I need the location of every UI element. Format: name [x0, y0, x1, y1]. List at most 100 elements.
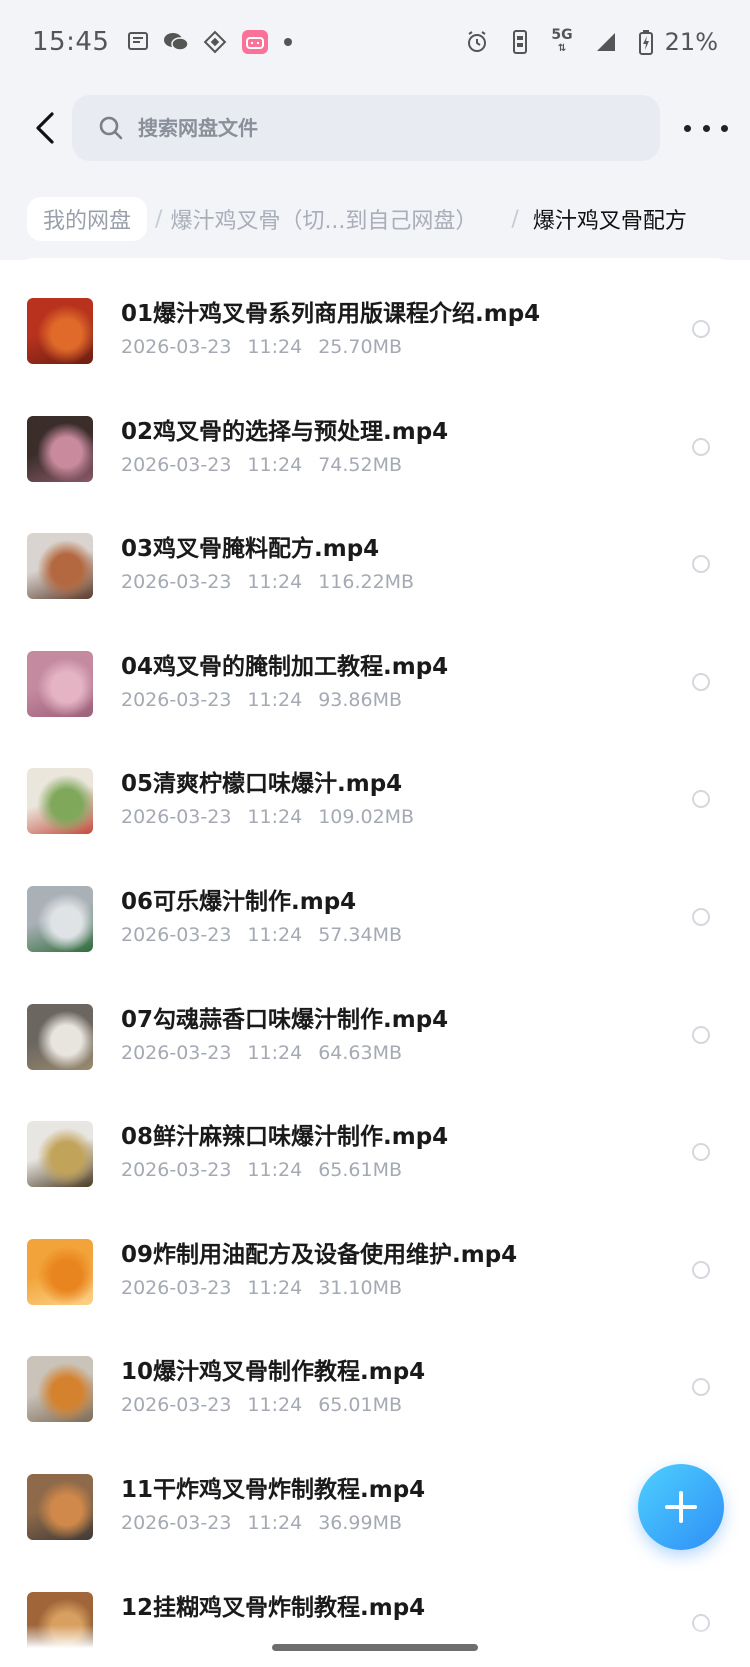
file-size: 74.52MB	[318, 453, 403, 476]
status-bar: 15:45 5G ⇅ 21%	[0, 0, 750, 84]
diamond-app-icon	[203, 30, 227, 54]
file-time: 11:24	[247, 1041, 303, 1064]
select-radio[interactable]	[692, 437, 710, 456]
file-time: 11:24	[247, 924, 303, 946]
5g-icon: 5G ⇅	[551, 28, 572, 56]
video-thumbnail	[27, 298, 93, 364]
video-thumbnail	[27, 1238, 93, 1305]
breadcrumb-separator: /	[511, 206, 519, 232]
status-time: 15:45	[32, 27, 110, 57]
file-size: 65.01MB	[318, 1394, 403, 1417]
file-meta: 2026-03-23 11:24 65.01MB	[121, 1394, 418, 1416]
status-right: 5G ⇅ 21%	[465, 28, 718, 56]
file-size: 116.22MB	[318, 571, 415, 594]
file-name: 12挂糊鸡叉骨炸制教程.mp4	[121, 1594, 426, 1621]
file-date: 2026-03-23	[121, 1159, 232, 1182]
select-radio[interactable]	[692, 320, 710, 338]
file-time: 11:24	[247, 1394, 303, 1417]
file-time: 11:24	[247, 688, 303, 711]
breadcrumb-separator: /	[155, 206, 163, 232]
file-time: 11:24	[247, 1159, 303, 1182]
file-time: 11:24	[247, 453, 303, 476]
file-date: 2026-03-23	[121, 688, 232, 711]
file-row[interactable]: 02鸡叉骨的选择与预处理.mp4 2026-03-23 11:24 74.52MB	[0, 390, 750, 507]
file-row[interactable]: 07勾魂蒜香口味爆汁制作.mp4 2026-03-23 11:24 64.63MB	[0, 978, 750, 1095]
select-radio[interactable]	[692, 1025, 710, 1044]
file-name: 10爆汁鸡叉骨制作教程.mp4	[121, 1359, 426, 1386]
file-name: 03鸡叉骨腌料配方.mp4	[121, 536, 380, 563]
more-dot-icon	[721, 124, 728, 132]
file-meta: 2026-03-23 11:24 25.70MB	[121, 336, 418, 358]
file-date: 2026-03-23	[121, 571, 232, 594]
file-date: 2026-03-23	[121, 1512, 232, 1534]
file-list: 01爆汁鸡叉骨系列商用版课程介绍.mp4 2026-03-23 11:24 25.70…	[0, 258, 750, 1667]
select-radio[interactable]	[692, 1378, 710, 1397]
file-size: 93.86MB	[318, 688, 403, 711]
dot-icon	[283, 37, 293, 47]
file-name: 06可乐爆汁制作.mp4	[121, 889, 357, 915]
home-indicator[interactable]	[272, 1644, 478, 1651]
select-radio[interactable]	[692, 908, 710, 926]
plus-icon	[665, 1491, 697, 1523]
network-type: 5G	[551, 27, 573, 43]
file-row[interactable]: 10爆汁鸡叉骨制作教程.mp4 2026-03-23 11:24 65.01MB	[0, 1330, 750, 1447]
file-size: 109.02MB	[318, 806, 415, 829]
file-name: 11干炸鸡叉骨炸制教程.mp4	[121, 1477, 426, 1503]
select-radio[interactable]	[692, 672, 710, 691]
file-row[interactable]: 03鸡叉骨腌料配方.mp4 2026-03-23 11:24 116.22MB	[0, 507, 750, 624]
back-button[interactable]	[22, 105, 68, 151]
file-name: 09炸制用油配方及设备使用维护.mp4	[121, 1241, 518, 1268]
video-thumbnail	[27, 1474, 93, 1540]
file-row[interactable]: 01爆汁鸡叉骨系列商用版课程介绍.mp4 2026-03-23 11:24 25.70…	[0, 272, 750, 389]
file-time: 11:24	[247, 571, 303, 594]
file-name: 07勾魂蒜香口味爆汁制作.mp4	[121, 1006, 449, 1033]
video-thumbnail	[27, 768, 93, 835]
file-size: 65.61MB	[318, 1159, 403, 1182]
file-meta: 2026-03-23 11:24 109.02MB	[121, 806, 430, 828]
data-arrows-icon: ⇅	[557, 43, 567, 54]
file-row[interactable]: 06可乐爆汁制作.mp4 2026-03-23 11:24 57.34MB	[0, 860, 750, 977]
file-name: 01爆汁鸡叉骨系列商用版课程介绍.mp4	[121, 301, 541, 327]
file-row[interactable]: 08鲜汁麻辣口味爆汁制作.mp4 2026-03-23 11:24 65.61MB	[0, 1095, 750, 1212]
file-name: 02鸡叉骨的选择与预处理.mp4	[121, 418, 449, 445]
file-row[interactable]: 09炸制用油配方及设备使用维护.mp4 2026-03-23 11:24 31.10M…	[0, 1213, 750, 1330]
file-size: 36.99MB	[318, 1512, 403, 1534]
select-radio[interactable]	[692, 790, 710, 809]
select-radio[interactable]	[692, 555, 710, 574]
file-row[interactable]: 05清爽柠檬口味爆汁.mp4 2026-03-23 11:24 109.02MB	[0, 742, 750, 859]
select-radio[interactable]	[692, 1143, 710, 1162]
battery-percent: 21%	[664, 28, 718, 56]
file-row[interactable]: 04鸡叉骨的腌制加工教程.mp4 2026-03-23 11:24 93.86MB	[0, 625, 750, 742]
file-name: 08鲜汁麻辣口味爆汁制作.mp4	[121, 1124, 449, 1151]
file-name: 05清爽柠檬口味爆汁.mp4	[121, 771, 403, 798]
file-meta: 2026-03-23 11:24 57.34MB	[121, 924, 418, 946]
video-thumbnail	[27, 415, 93, 482]
file-meta: 2026-03-23 11:24 64.63MB	[121, 1042, 418, 1064]
file-time: 11:24	[247, 336, 303, 358]
search-input[interactable]	[136, 115, 620, 141]
more-options-button[interactable]	[684, 113, 728, 143]
file-date: 2026-03-23	[121, 924, 232, 946]
file-date: 2026-03-23	[121, 453, 232, 476]
file-time: 11:24	[247, 806, 303, 829]
signal-icon	[595, 31, 617, 53]
bilibili-icon	[241, 29, 269, 55]
file-date: 2026-03-23	[121, 1041, 232, 1064]
wechat-icon	[163, 31, 190, 53]
add-file-button[interactable]	[638, 1464, 724, 1550]
search-icon	[99, 116, 123, 140]
select-radio[interactable]	[692, 1260, 710, 1279]
file-meta: 2026-03-23 11:24 74.52MB	[121, 454, 418, 476]
header	[0, 95, 750, 161]
video-thumbnail	[27, 650, 93, 717]
video-thumbnail	[27, 886, 93, 952]
more-dot-icon	[684, 124, 691, 132]
file-size: 64.63MB	[318, 1041, 403, 1064]
file-date: 2026-03-23	[121, 806, 232, 829]
breadcrumb-parent-folder[interactable]: 爆汁鸡叉骨（切...到自己网盘）	[170, 203, 477, 235]
file-meta: 2026-03-23 11:24 36.99MB	[121, 1512, 418, 1534]
search-box[interactable]	[72, 95, 660, 161]
video-thumbnail	[27, 1003, 93, 1070]
file-date: 2026-03-23	[121, 1276, 232, 1299]
breadcrumb-home[interactable]: 我的网盘	[27, 197, 148, 241]
